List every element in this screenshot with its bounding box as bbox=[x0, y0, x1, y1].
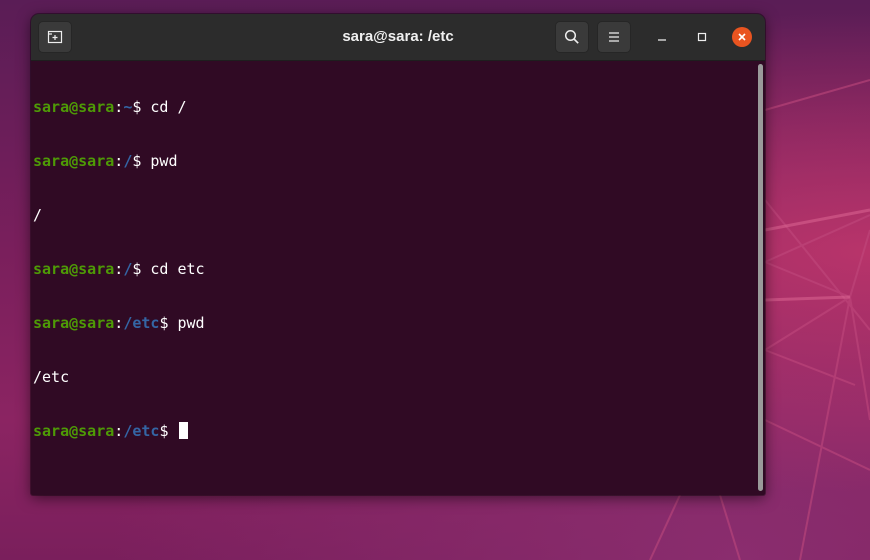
scrollbar[interactable] bbox=[758, 64, 763, 491]
terminal-line: sara@sara:/$ cd etc bbox=[33, 260, 765, 278]
new-tab-icon bbox=[47, 30, 63, 44]
search-button[interactable] bbox=[555, 21, 589, 53]
command-output: /etc bbox=[33, 368, 70, 386]
prompt-user: sara@sara bbox=[33, 260, 115, 278]
command-text: pwd bbox=[177, 314, 205, 332]
hamburger-menu-icon bbox=[609, 32, 619, 42]
close-button[interactable] bbox=[732, 27, 752, 47]
prompt-user: sara@sara bbox=[33, 152, 115, 170]
prompt-separator: : bbox=[114, 98, 124, 116]
prompt-separator: : bbox=[114, 260, 124, 278]
prompt-path: /etc bbox=[123, 314, 160, 332]
new-tab-button[interactable] bbox=[38, 21, 72, 53]
terminal-line: / bbox=[33, 206, 765, 224]
prompt-user: sara@sara bbox=[33, 314, 115, 332]
prompt-path: /etc bbox=[123, 422, 160, 440]
terminal-line: sara@sara:/etc$ bbox=[33, 422, 765, 440]
minimize-button[interactable] bbox=[652, 27, 672, 47]
prompt-user: sara@sara bbox=[33, 422, 115, 440]
prompt-path: / bbox=[123, 152, 133, 170]
maximize-button[interactable] bbox=[692, 27, 712, 47]
prompt-separator: : bbox=[114, 152, 124, 170]
terminal-line: sara@sara:/etc$ pwd bbox=[33, 314, 765, 332]
command-text: cd etc bbox=[150, 260, 205, 278]
prompt-path: ~ bbox=[123, 98, 133, 116]
command-output: / bbox=[33, 206, 43, 224]
prompt-symbol: $ bbox=[159, 314, 178, 332]
menu-button[interactable] bbox=[597, 21, 631, 53]
prompt-symbol: $ bbox=[159, 422, 178, 440]
search-icon bbox=[564, 29, 579, 44]
header-bar[interactable]: sara@sara: /etc bbox=[31, 14, 765, 61]
terminal-line: /etc bbox=[33, 368, 765, 386]
close-icon bbox=[738, 33, 746, 41]
prompt-user: sara@sara bbox=[33, 98, 115, 116]
minimize-icon bbox=[658, 39, 666, 41]
prompt-symbol: $ bbox=[132, 152, 151, 170]
maximize-icon bbox=[697, 32, 707, 42]
prompt-symbol: $ bbox=[132, 260, 151, 278]
terminal-window[interactable]: sara@sara: /etc sara@sara:~$ cd / sara@s… bbox=[31, 14, 765, 495]
terminal-line: sara@sara:/$ pwd bbox=[33, 152, 765, 170]
prompt-symbol: $ bbox=[132, 98, 151, 116]
command-text: pwd bbox=[150, 152, 178, 170]
terminal-line: sara@sara:~$ cd / bbox=[33, 98, 765, 116]
prompt-separator: : bbox=[114, 422, 124, 440]
terminal-output[interactable]: sara@sara:~$ cd / sara@sara:/$ pwd / sar… bbox=[31, 61, 765, 495]
text-cursor bbox=[178, 422, 188, 439]
command-text: cd / bbox=[150, 98, 187, 116]
prompt-path: / bbox=[123, 260, 133, 278]
prompt-separator: : bbox=[114, 314, 124, 332]
